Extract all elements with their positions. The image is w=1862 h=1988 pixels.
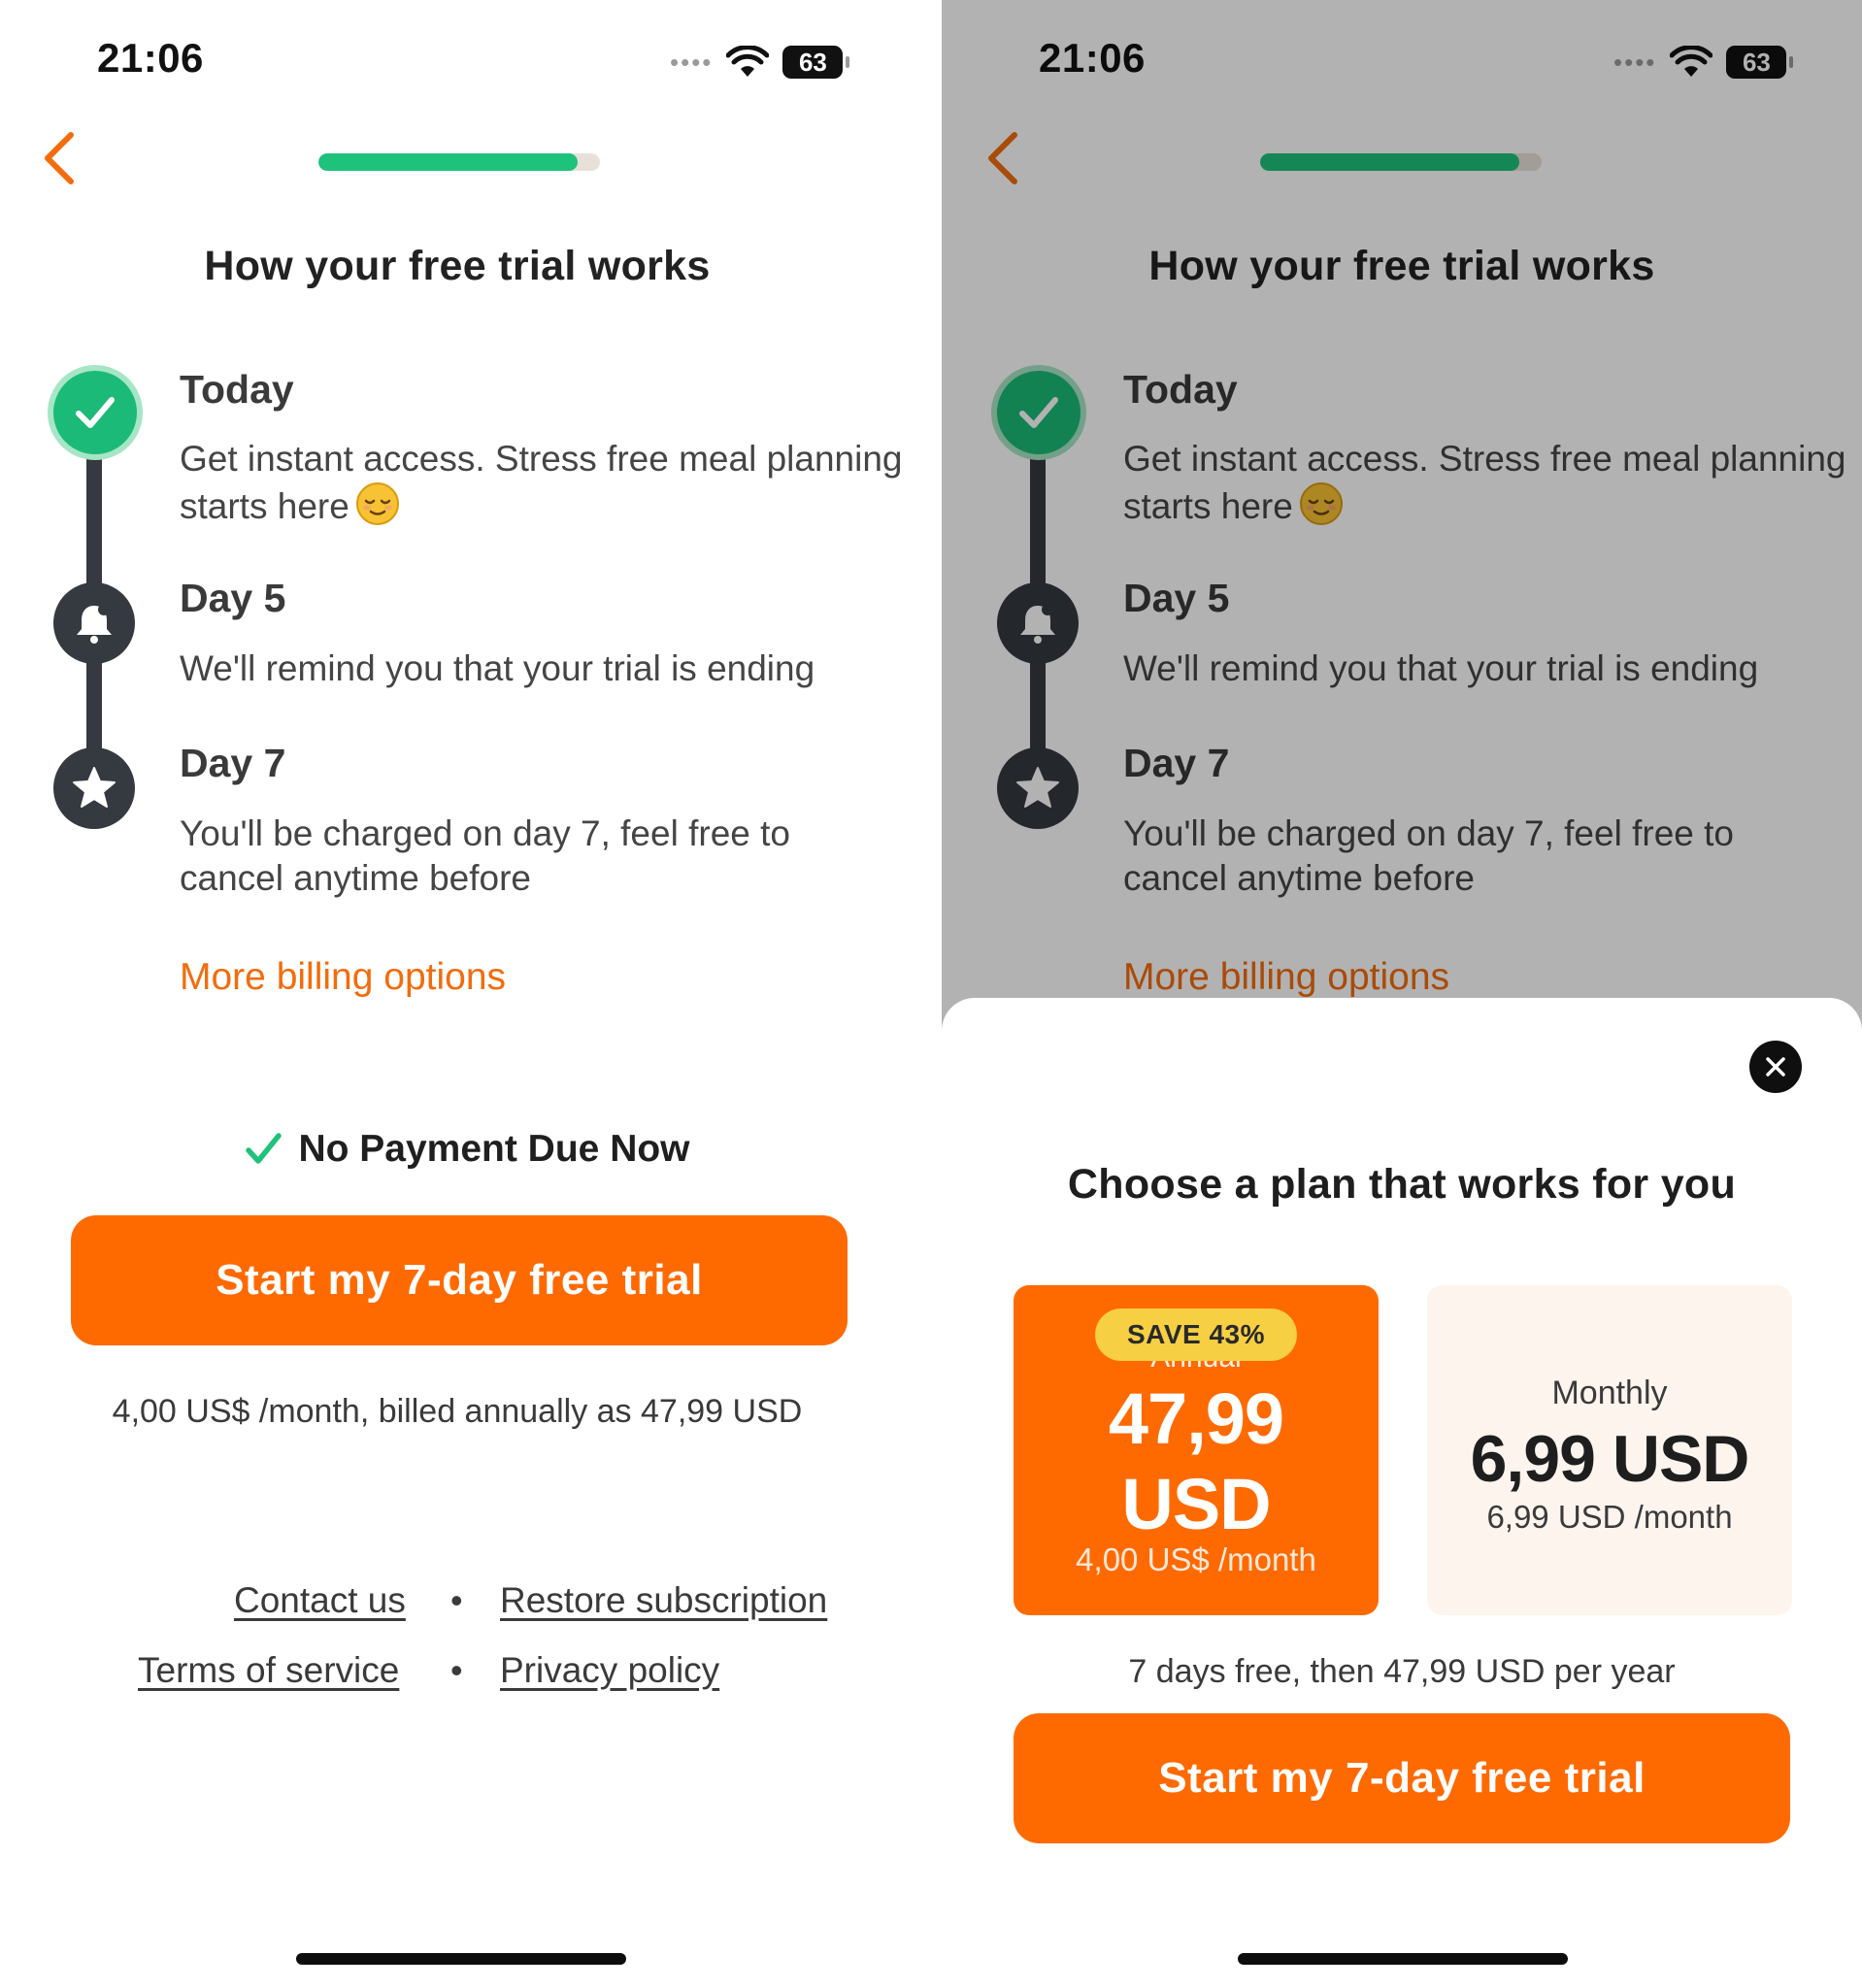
timeline-day5-marker	[53, 582, 135, 664]
progress-fill	[318, 153, 578, 171]
footer-restore-link[interactable]: Restore subscription	[500, 1580, 827, 1621]
trial-info-screen: 21:06 •••• 63 How your free trial works …	[0, 0, 942, 1988]
step-day7-description: You'll be charged on day 7, feel free to…	[180, 813, 790, 898]
footer-separator: •	[450, 1580, 463, 1620]
monthly-plan-label: Monthly	[1551, 1375, 1668, 1411]
step-today-description: Get instant access. Stress free meal pla…	[180, 437, 917, 529]
bell-icon	[77, 604, 112, 644]
footer-privacy-link[interactable]: Privacy policy	[500, 1650, 719, 1691]
step-today-description-text: Get instant access. Stress free meal pla…	[180, 439, 903, 526]
annual-price-amount: 47,99	[1108, 1378, 1284, 1459]
footer-terms-link[interactable]: Terms of service	[138, 1650, 399, 1691]
monthly-per-month: 6,99 USD /month	[1486, 1499, 1733, 1535]
billing-note: 4,00 US$ /month, billed annually as 47,9…	[112, 1393, 803, 1430]
annual-price-currency: USD	[1121, 1464, 1271, 1544]
wifi-icon	[726, 46, 770, 79]
chevron-left-icon	[45, 132, 74, 184]
contact-us-link[interactable]: Contact us	[234, 1580, 406, 1620]
no-payment-notice: No Payment Due Now	[0, 1128, 934, 1171]
onboarding-progress-bar	[318, 153, 600, 171]
star-icon	[73, 767, 116, 808]
step-day5-title: Day 5	[180, 576, 286, 620]
annual-per-month: 4,00 US$ /month	[1076, 1541, 1316, 1577]
home-indicator[interactable]	[1238, 1953, 1568, 1965]
start-trial-button[interactable]: Start my 7-day free trial	[71, 1215, 848, 1345]
no-payment-text: No Payment Due Now	[298, 1128, 690, 1170]
plan-bottom-sheet: Choose a plan that works for you SAVE 43…	[942, 998, 1862, 1988]
restore-subscription-link[interactable]: Restore subscription	[500, 1580, 827, 1620]
battery-icon: 63	[782, 46, 850, 79]
step-day5-description: We'll remind you that your trial is endi…	[180, 648, 815, 688]
footer-separator: •	[450, 1650, 463, 1690]
checkmark-icon	[246, 1133, 283, 1164]
start-trial-button[interactable]: Start my 7-day free trial	[1014, 1713, 1790, 1843]
cellular-signal-icon: ••••	[670, 48, 714, 77]
status-indicators: •••• 63	[670, 41, 850, 83]
home-indicator[interactable]	[296, 1953, 626, 1965]
close-button[interactable]	[1749, 1041, 1802, 1093]
annual-plan-card[interactable]: SAVE 43% Annual 47,99 USD 4,00 US$ /mont…	[1014, 1285, 1379, 1615]
step-day7-title: Day 7	[180, 741, 286, 785]
footer-contact-link[interactable]: Contact us	[234, 1580, 406, 1621]
step-today-title: Today	[180, 367, 294, 412]
relieved-face-emoji-icon	[355, 482, 399, 525]
status-time: 21:06	[97, 35, 204, 81]
privacy-policy-link[interactable]: Privacy policy	[500, 1650, 719, 1690]
plan-selection-screen: 21:06 •••• 63 How your free trial works …	[942, 0, 1862, 1988]
monthly-plan-price: 6,99 USD	[1470, 1422, 1750, 1496]
monthly-plan-card[interactable]: Monthly 6,99 USD 6,99 USD /month	[1427, 1285, 1792, 1615]
timeline-day7-marker	[53, 747, 135, 829]
more-billing-options-link[interactable]: More billing options	[180, 956, 506, 999]
terms-of-service-link[interactable]: Terms of service	[138, 1650, 399, 1690]
back-button[interactable]	[35, 124, 83, 192]
check-icon	[76, 397, 115, 428]
timeline-today-marker	[48, 365, 143, 460]
save-badge: SAVE 43%	[1095, 1309, 1297, 1361]
trial-info-text: 7 days free, then 47,99 USD per year	[1128, 1653, 1676, 1690]
page-title: How your free trial works	[204, 243, 711, 289]
close-icon	[1766, 1057, 1785, 1077]
sheet-title: Choose a plan that works for you	[1067, 1161, 1737, 1208]
annual-plan-price: 47,99 USD	[1014, 1376, 1379, 1547]
